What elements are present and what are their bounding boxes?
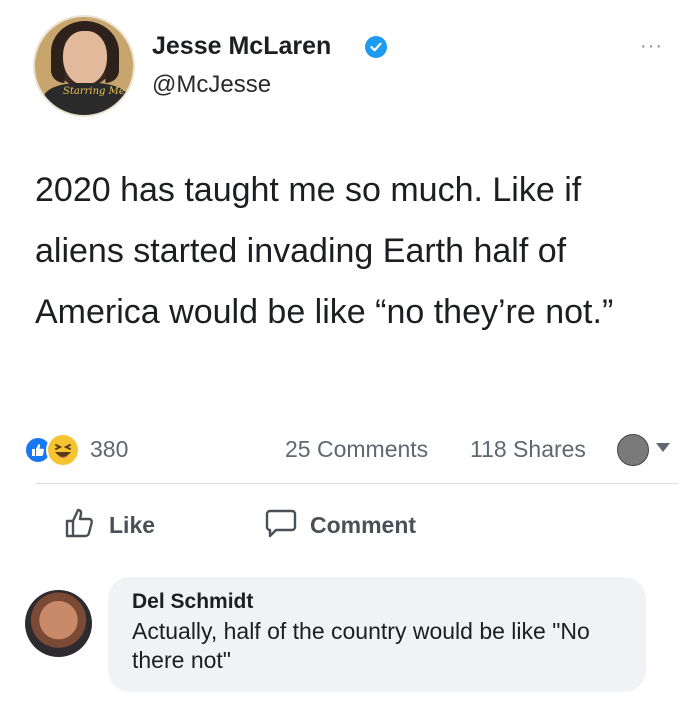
thumbs-up-icon	[63, 506, 97, 545]
like-button[interactable]: Like	[63, 505, 155, 545]
commenter-name[interactable]: Del Schmidt	[132, 590, 253, 614]
comment-text: Actually, half of the country would be l…	[132, 618, 590, 673]
viewer-avatar[interactable]	[617, 434, 649, 466]
author-handle[interactable]: @McJesse	[152, 71, 271, 99]
avatar-logo-text: Starring Me	[63, 86, 125, 97]
avatar-face	[63, 31, 107, 85]
author-name[interactable]: Jesse McLaren	[152, 32, 331, 61]
author-avatar[interactable]: Starring Me	[33, 15, 135, 117]
comment-button[interactable]: Comment	[264, 505, 416, 545]
comments-count[interactable]: 25 Comments	[285, 436, 428, 463]
reaction-count[interactable]: 380	[90, 436, 128, 463]
more-options-icon[interactable]: ···	[640, 35, 663, 58]
haha-reaction-icon	[46, 433, 80, 467]
verified-badge-icon	[365, 36, 387, 58]
reaction-icons[interactable]	[24, 433, 86, 467]
comment-bubble-icon	[264, 506, 298, 545]
shares-count[interactable]: 118 Shares	[470, 436, 586, 463]
comment-label: Comment	[310, 511, 417, 538]
divider	[35, 483, 678, 484]
commenter-avatar[interactable]	[25, 590, 92, 657]
post-text: 2020 has taught me so much. Like if alie…	[35, 171, 614, 331]
like-label: Like	[109, 511, 156, 538]
chevron-down-icon[interactable]	[656, 443, 670, 452]
